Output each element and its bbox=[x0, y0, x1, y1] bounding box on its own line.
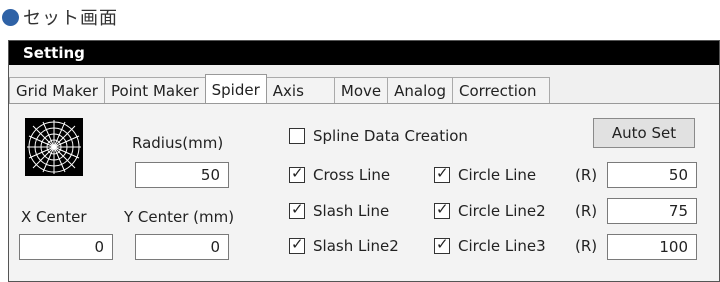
tab-grid-maker[interactable]: Grid Maker bbox=[9, 77, 105, 103]
window-titlebar: Setting bbox=[9, 41, 719, 65]
circle-line3-box[interactable] bbox=[434, 235, 450, 254]
bullet-icon bbox=[2, 8, 19, 26]
tab-spider[interactable]: Spider bbox=[204, 74, 267, 103]
radius-label: Radius(mm) bbox=[132, 134, 224, 152]
x-center-input[interactable]: 0 bbox=[19, 234, 113, 260]
spline-data-checkbox[interactable]: Spline Data Creation bbox=[289, 127, 468, 145]
circle-line3-checkbox[interactable]: Circle Line3 bbox=[434, 235, 546, 255]
circle-line-r-label: (R) bbox=[575, 166, 598, 184]
y-center-input[interactable]: 0 bbox=[135, 234, 229, 260]
y-center-label: Y Center (mm) bbox=[124, 208, 235, 226]
tab-correction[interactable]: Correction bbox=[451, 77, 550, 103]
circle-line3-input[interactable]: 100 bbox=[607, 234, 697, 260]
setting-window: Setting Grid Maker Point Maker Spider Ax… bbox=[8, 40, 720, 282]
circle-line2-label: Circle Line2 bbox=[458, 202, 546, 220]
circle-line2-r-label: (R) bbox=[575, 202, 598, 220]
circle-line-input[interactable]: 50 bbox=[607, 162, 697, 188]
slash-line2-box[interactable] bbox=[289, 235, 305, 254]
tab-move[interactable]: Move bbox=[333, 77, 389, 103]
spline-label: Spline Data Creation bbox=[313, 127, 468, 145]
slash-line2-label: Slash Line2 bbox=[313, 237, 399, 255]
circle-line2-checkbox[interactable]: Circle Line2 bbox=[434, 200, 546, 220]
cross-line-checkbox[interactable]: Cross Line bbox=[289, 164, 391, 184]
slash-line2-checkbox[interactable]: Slash Line2 bbox=[289, 235, 399, 255]
circle-line3-r-label: (R) bbox=[575, 237, 598, 255]
circle-line-box[interactable] bbox=[434, 164, 450, 183]
tab-analog[interactable]: Analog bbox=[387, 77, 453, 103]
tab-bar: Grid Maker Point Maker Spider Axis Move … bbox=[9, 74, 550, 104]
circle-line2-input[interactable]: 75 bbox=[607, 198, 697, 224]
circle-line-label: Circle Line bbox=[458, 166, 537, 184]
auto-set-button[interactable]: Auto Set bbox=[593, 118, 695, 148]
slash-line-label: Slash Line bbox=[313, 202, 390, 220]
radius-input[interactable]: 50 bbox=[135, 162, 229, 188]
tab-axis[interactable]: Axis bbox=[265, 77, 335, 103]
circle-line-checkbox[interactable]: Circle Line bbox=[434, 164, 537, 184]
page-title: セット画面 bbox=[23, 8, 118, 29]
spider-tab-content: Radius(mm) 50 X Center Y Center (mm) 0 0… bbox=[9, 104, 719, 281]
spider-web-icon bbox=[25, 118, 83, 176]
x-center-label: X Center bbox=[21, 208, 87, 226]
circle-line3-label: Circle Line3 bbox=[458, 237, 546, 255]
circle-line2-box[interactable] bbox=[434, 200, 450, 219]
slash-line-box[interactable] bbox=[289, 200, 305, 219]
tab-point-maker[interactable]: Point Maker bbox=[103, 77, 206, 103]
spline-box[interactable] bbox=[289, 128, 305, 144]
cross-line-box[interactable] bbox=[289, 164, 305, 183]
cross-line-label: Cross Line bbox=[313, 166, 391, 184]
page-heading: セット画面 bbox=[2, 4, 118, 30]
slash-line-checkbox[interactable]: Slash Line bbox=[289, 200, 390, 220]
